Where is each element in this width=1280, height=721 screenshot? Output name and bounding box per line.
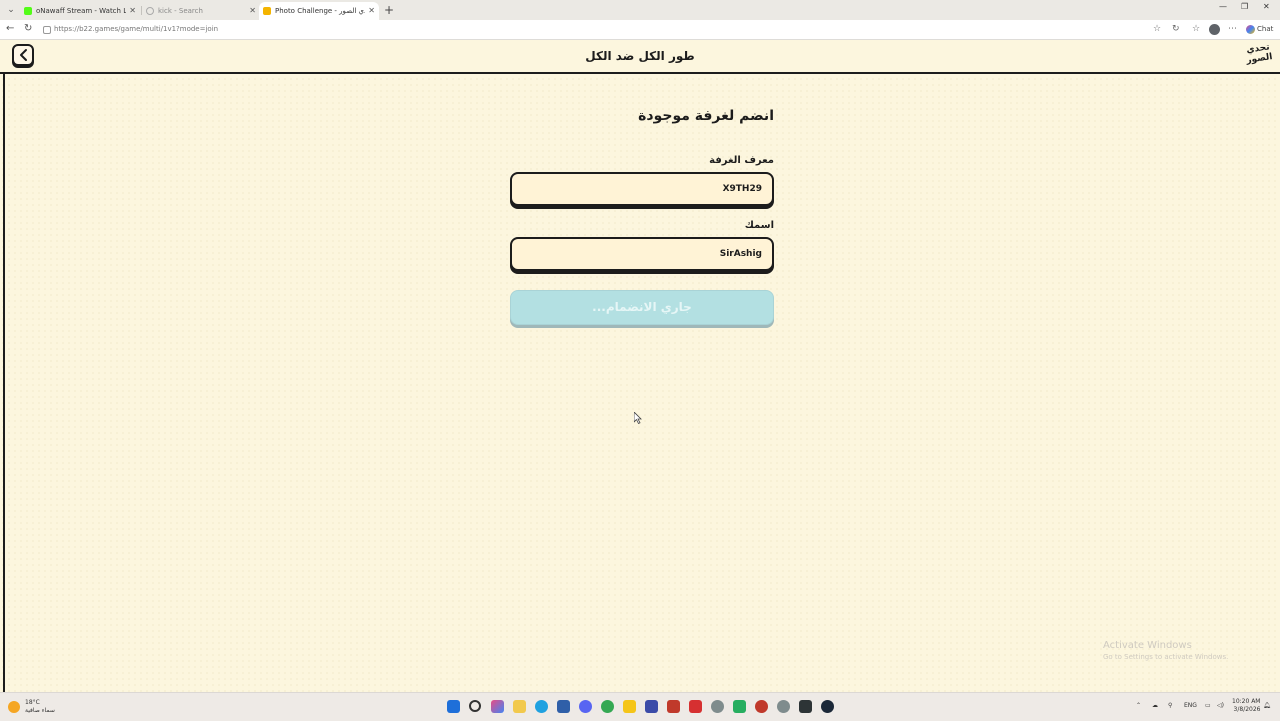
discord-icon[interactable]	[579, 700, 592, 713]
close-window-icon[interactable]: ✕	[1263, 2, 1270, 11]
clock-time: 10:20 AM	[1232, 698, 1261, 705]
temperature: 18°C	[25, 699, 40, 706]
page-title: طور الكل ضد الكل	[585, 49, 695, 63]
watermark-subtitle: Go to Settings to activate Windows.	[1103, 653, 1229, 661]
chrome-icon[interactable]	[601, 700, 614, 713]
edge-browser-icon[interactable]	[535, 700, 548, 713]
player-name-input[interactable]	[512, 239, 772, 269]
page-header: طور الكل ضد الكل تحدي الصور	[0, 40, 1280, 74]
address-bar[interactable]: https://b22.games/game/multi/1v1?mode=jo…	[40, 23, 1140, 36]
windows-activation-watermark: Activate Windows Go to Settings to activ…	[1103, 640, 1228, 661]
more-options-icon[interactable]: ⋯	[1228, 24, 1237, 35]
browser-toolbar: ← ↻ https://b22.games/game/multi/1v1?mod…	[0, 20, 1280, 40]
start-menu-icon[interactable]	[447, 700, 460, 713]
app-icon[interactable]	[799, 700, 812, 713]
clock-date: 3/8/2026	[1233, 706, 1261, 713]
steam-icon[interactable]	[821, 700, 834, 713]
copilot-icon[interactable]	[491, 700, 504, 713]
minimize-icon[interactable]: —	[1219, 2, 1227, 11]
back-arrow-icon[interactable]: ←	[6, 23, 14, 35]
player-name-label: اسمك	[744, 220, 774, 231]
weather-condition: سماء صافية	[25, 707, 55, 714]
room-id-label: معرف الغرفة	[709, 155, 774, 166]
favorites-icon[interactable]: ☆	[1192, 24, 1200, 35]
app-icon[interactable]	[755, 700, 768, 713]
room-id-input[interactable]	[512, 174, 772, 204]
left-border	[3, 73, 5, 703]
player-name-field[interactable]	[510, 237, 774, 271]
site-logo[interactable]: تحدي الصور	[1242, 42, 1275, 70]
volume-icon[interactable]: ◁)	[1217, 702, 1224, 709]
tab-title: kick - Search	[158, 7, 203, 15]
tray-chevron-icon[interactable]: ⌃	[1136, 702, 1141, 709]
browser-tab-bar: ⌄ oNawaff Stream - Watch Live on K ✕ kic…	[0, 0, 1280, 20]
url-text: https://b22.games/game/multi/1v1?mode=jo…	[54, 25, 219, 33]
windows-taskbar: 18°C سماء صافية ⌃ ☁ ⚲ ENG ▭ ◁) 10:20 AM …	[0, 692, 1280, 721]
file-explorer-icon[interactable]	[513, 700, 526, 713]
kick-favicon-icon	[24, 7, 32, 15]
app-icon[interactable]	[733, 700, 746, 713]
room-id-field[interactable]	[510, 172, 774, 206]
copilot-icon	[1246, 24, 1255, 34]
close-tab-icon[interactable]: ✕	[368, 2, 375, 20]
search-favicon-icon	[146, 7, 154, 15]
tab-title: oNawaff Stream - Watch Live on K	[36, 7, 126, 15]
chat-label: Chat	[1257, 25, 1274, 33]
browser-tab[interactable]: oNawaff Stream - Watch Live on K ✕	[20, 2, 140, 20]
app-icon[interactable]	[711, 700, 724, 713]
app-icon[interactable]	[645, 700, 658, 713]
site-info-icon[interactable]	[43, 26, 51, 34]
watermark-title: Activate Windows	[1103, 640, 1192, 651]
app-icon[interactable]	[689, 700, 702, 713]
sun-icon	[8, 701, 20, 713]
close-tab-icon[interactable]: ✕	[249, 2, 256, 20]
close-tab-icon[interactable]: ✕	[129, 2, 136, 20]
tab-title: Photo Challenge - لعبة تحدي الصور	[275, 7, 365, 15]
game-page: طور الكل ضد الكل تحدي الصور انضم لغرفة م…	[0, 40, 1280, 703]
tray-app-icon[interactable]: ☁	[1152, 702, 1158, 709]
restore-icon[interactable]: ❐	[1241, 2, 1248, 11]
notification-bell-icon[interactable]: 🔔︎	[1263, 702, 1271, 709]
language-indicator[interactable]: ENG	[1184, 702, 1197, 709]
microphone-icon[interactable]: ⚲	[1168, 702, 1172, 709]
browser-tab-active[interactable]: Photo Challenge - لعبة تحدي الصور ✕	[259, 2, 379, 20]
form-heading: انضم لغرفة موجودة	[638, 108, 774, 124]
join-button[interactable]: جاري الانضمام...	[510, 290, 774, 325]
adobe-acrobat-icon[interactable]	[667, 700, 680, 713]
mouse-cursor-icon	[634, 412, 642, 424]
store-icon[interactable]	[557, 700, 570, 713]
new-tab-icon[interactable]: +	[384, 3, 394, 17]
site-favicon-icon	[263, 7, 271, 15]
copilot-chat-button[interactable]: Chat	[1246, 23, 1273, 35]
settings-gear-icon[interactable]	[777, 700, 790, 713]
display-icon[interactable]: ▭	[1205, 702, 1211, 709]
profile-avatar[interactable]	[1209, 24, 1220, 35]
system-clock[interactable]: 10:20 AM 3/8/2026	[1232, 698, 1260, 714]
search-icon[interactable]	[469, 700, 481, 712]
browser-tab[interactable]: kick - Search ✕	[142, 2, 260, 20]
tab-list-menu-icon[interactable]: ⌄	[4, 3, 18, 17]
extensions-icon[interactable]: ↻	[1172, 24, 1180, 35]
app-icon[interactable]	[623, 700, 636, 713]
favorite-star-icon[interactable]: ☆	[1153, 24, 1161, 35]
refresh-icon[interactable]: ↻	[24, 23, 32, 35]
